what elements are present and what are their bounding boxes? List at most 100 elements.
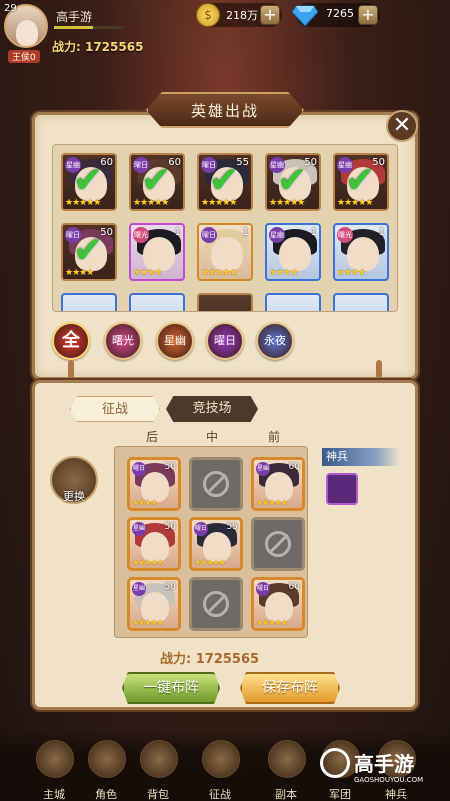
hero-level: 1 [378, 227, 385, 238]
nav-label: 神兵 [385, 788, 407, 801]
hero-card[interactable]: 星幽 50 ★★★★★ ✔ [265, 153, 321, 211]
hero-card[interactable]: 曜日 1 ★★★★★ [197, 223, 253, 281]
hero-card-partial[interactable] [129, 293, 185, 311]
hero-card[interactable]: 曙光 1 ★★★★ [333, 223, 389, 281]
blocked-icon [265, 531, 291, 557]
hero-card-partial[interactable] [265, 293, 321, 311]
hero-level: 60 [288, 462, 300, 472]
formation-hero-slot[interactable]: 曜日 60 ★★★★★ [251, 577, 305, 631]
gem-amount: 7265 [326, 7, 354, 20]
formation-hero-slot[interactable]: 星幽 60 ★★★★★ [251, 457, 305, 511]
filter-button[interactable]: 曜日 [206, 322, 244, 360]
watermark-name: 高手游 [354, 752, 414, 776]
hero-card[interactable]: 曜日 60 ★★★★★ ✔ [129, 153, 185, 211]
nav-icon [140, 740, 178, 778]
element-badge: 星幽 [256, 462, 270, 476]
hero-level: 50 [164, 582, 176, 592]
hero-stars: ★★★★★ [201, 268, 237, 278]
gold-amount: 218万 [226, 9, 258, 22]
empty-slot[interactable] [189, 457, 243, 511]
hero-stars: ★★★★★ [132, 618, 164, 627]
formation-power: 战力: 1725565 [160, 652, 260, 667]
hero-card[interactable]: 星幽 1 ★★★★ [265, 223, 321, 281]
element-badge: 星幽 [132, 582, 146, 596]
hero-stars: ★★★★★ [194, 558, 226, 567]
player-name: 高手游 [56, 10, 93, 24]
nav-icon [36, 740, 74, 778]
selected-check-icon: ✔ [345, 160, 376, 201]
hero-card-partial[interactable] [61, 293, 117, 311]
hero-level: 55 [226, 522, 238, 532]
hero-card[interactable]: 曜日 55 ★★★★★ ✔ [197, 153, 253, 211]
hero-portrait [347, 237, 379, 271]
top-bar: 29 王侯0 高手游 战力: 1725565 $ 218万 + 7265 + [0, 0, 450, 63]
save-formation-button[interactable]: 保存布阵 [240, 672, 340, 704]
hero-stars: ★★★★★ [256, 618, 288, 627]
column-label-back: 后 [146, 430, 159, 444]
add-gem-button[interactable]: + [358, 5, 378, 25]
formation-hero-slot[interactable]: 星幽 50 ★★★★★ [127, 517, 181, 571]
filter-button[interactable]: 全 [52, 322, 90, 360]
watermark-url: GAOSHOUYOU.COM [354, 776, 424, 784]
formation-hero-slot[interactable]: 曜日 55 ★★★★★ [189, 517, 243, 571]
player-power: 战力: 1725565 [52, 40, 144, 54]
nav-item[interactable]: 主城 [30, 736, 78, 801]
hero-level: 1 [174, 227, 181, 238]
element-badge: 曙光 [133, 227, 149, 243]
hero-stars: ★★★★★ [256, 498, 288, 507]
hero-card[interactable]: 星幽 50 ★★★★★ ✔ [333, 153, 389, 211]
filter-button[interactable]: 曙光 [104, 322, 142, 360]
gem-counter: 7265 + [292, 3, 380, 27]
formation-hero-slot[interactable]: 曜日 50 ★★★★ [127, 457, 181, 511]
hero-card-partial[interactable] [197, 293, 253, 311]
empty-slot[interactable] [251, 517, 305, 571]
nav-icon [268, 740, 306, 778]
element-badge: 星幽 [132, 522, 146, 536]
element-badge: 曜日 [194, 522, 208, 536]
hero-card-partial[interactable] [333, 293, 389, 311]
hero-card[interactable]: 曜日 50 ★★★★ ✔ [61, 223, 117, 281]
rank-badge: 王侯0 [8, 50, 40, 63]
player-level: 29 [4, 3, 17, 14]
nav-item[interactable]: 征战 [196, 736, 244, 801]
nav-label: 主城 [43, 788, 65, 801]
nav-item[interactable]: 副本 [262, 736, 310, 801]
divine-weapon-slot[interactable] [326, 473, 358, 505]
hero-stars: ★★★★ [337, 268, 366, 278]
selected-check-icon: ✔ [73, 160, 104, 201]
swap-label: 更换 [63, 490, 85, 503]
hero-card[interactable]: 星幽 60 ★★★★★ ✔ [61, 153, 117, 211]
empty-slot[interactable] [189, 577, 243, 631]
formation-grid: 曜日 50 ★★★★ 星幽 60 ★★★★★ 星幽 50 ★★★★★ 曜日 55 ★★★★★ 星幽 50 ★… [114, 446, 308, 638]
blocked-icon [203, 591, 229, 617]
nav-item[interactable]: 角色 [82, 736, 130, 801]
close-button[interactable]: ✕ [386, 110, 418, 142]
tab-campaign[interactable]: 征战 [70, 396, 160, 422]
element-badge: 曜日 [132, 462, 146, 476]
hero-stars: ★★★★ [269, 268, 298, 278]
hero-level: 1 [310, 227, 317, 238]
tab-arena[interactable]: 竞技场 [166, 396, 258, 422]
add-gold-button[interactable]: + [260, 5, 280, 25]
auto-formation-button[interactable]: 一键布阵 [122, 672, 220, 704]
hero-stars: ★★★★ [133, 268, 162, 278]
nav-icon [88, 740, 126, 778]
hero-portrait [279, 237, 311, 271]
filter-button[interactable]: 永夜 [256, 322, 294, 360]
panel-title: 英雄出战 [190, 102, 259, 120]
nav-label: 背包 [147, 788, 169, 801]
formation-hero-slot[interactable]: 星幽 50 ★★★★★ [127, 577, 181, 631]
element-badge: 曜日 [256, 582, 270, 596]
blocked-icon [203, 471, 229, 497]
divine-weapon-label: 神兵 [322, 448, 400, 466]
xp-bar [54, 26, 124, 29]
nav-label: 征战 [209, 788, 231, 801]
element-badge: 曜日 [201, 227, 217, 243]
hero-level: 1 [242, 227, 249, 238]
nav-label: 副本 [275, 788, 297, 801]
element-badge: 曙光 [337, 227, 353, 243]
filter-button[interactable]: 星幽 [156, 322, 194, 360]
nav-item[interactable]: 背包 [134, 736, 182, 801]
hero-card[interactable]: 曙光 1 ★★★★ [129, 223, 185, 281]
selected-check-icon: ✔ [73, 230, 104, 271]
